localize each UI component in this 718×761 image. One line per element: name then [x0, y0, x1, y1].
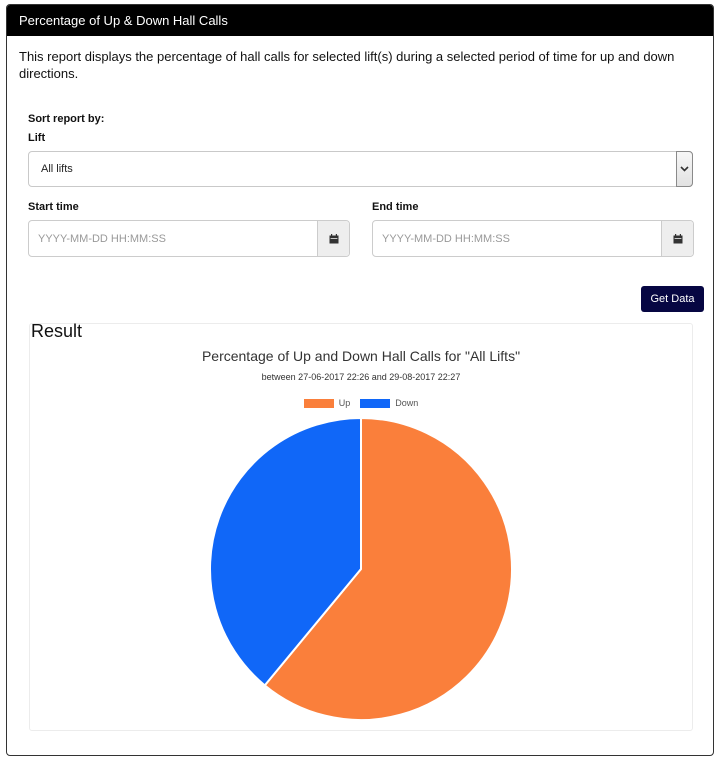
report-panel: Percentage of Up & Down Hall Calls This … [6, 4, 714, 756]
pie-chart [209, 416, 513, 721]
